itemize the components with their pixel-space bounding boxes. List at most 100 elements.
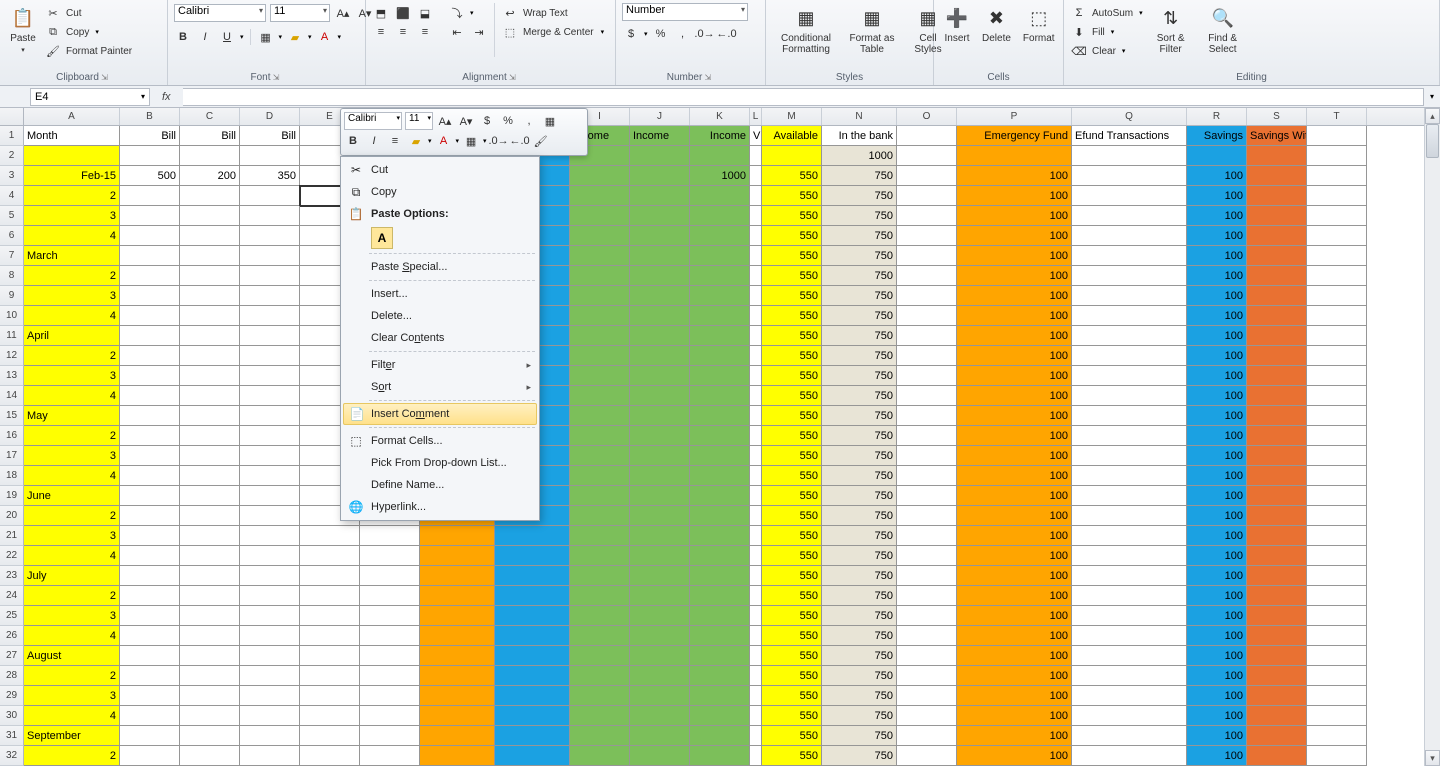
- cell-A10[interactable]: 4: [24, 306, 120, 326]
- cell-R17[interactable]: 100: [1187, 446, 1247, 466]
- cell-P32[interactable]: 100: [957, 746, 1072, 766]
- cell-R19[interactable]: 100: [1187, 486, 1247, 506]
- cell-D20[interactable]: [240, 506, 300, 526]
- percent-icon[interactable]: %: [652, 25, 670, 43]
- cell-S3[interactable]: [1247, 166, 1307, 186]
- cell-L25[interactable]: [750, 606, 762, 626]
- cell-Q30[interactable]: [1072, 706, 1187, 726]
- expand-formula-bar-icon[interactable]: ▾: [1424, 92, 1440, 101]
- menu-define-name[interactable]: Define Name...: [343, 474, 537, 496]
- cell-K32[interactable]: [690, 746, 750, 766]
- cell-L26[interactable]: [750, 626, 762, 646]
- cell-K14[interactable]: [690, 386, 750, 406]
- cell-M29[interactable]: 550: [762, 686, 822, 706]
- cell-T30[interactable]: [1307, 706, 1367, 726]
- cell-N3[interactable]: 750: [822, 166, 897, 186]
- cell-N5[interactable]: 750: [822, 206, 897, 226]
- cell-K16[interactable]: [690, 426, 750, 446]
- autosum-button[interactable]: ΣAutoSum▾: [1070, 4, 1143, 22]
- cell-S7[interactable]: [1247, 246, 1307, 266]
- cell-T29[interactable]: [1307, 686, 1367, 706]
- cell-J12[interactable]: [630, 346, 690, 366]
- cell-A14[interactable]: 4: [24, 386, 120, 406]
- cell-D27[interactable]: [240, 646, 300, 666]
- cell-L15[interactable]: [750, 406, 762, 426]
- cell-M9[interactable]: 550: [762, 286, 822, 306]
- cell-D3[interactable]: 350: [240, 166, 300, 186]
- cell-K6[interactable]: [690, 226, 750, 246]
- cell-A28[interactable]: 2: [24, 666, 120, 686]
- paste-option-keep-text[interactable]: A: [371, 227, 393, 249]
- cell-J25[interactable]: [630, 606, 690, 626]
- cell-M12[interactable]: 550: [762, 346, 822, 366]
- copy-button[interactable]: ⧉Copy▾: [44, 23, 132, 41]
- cell-R23[interactable]: 100: [1187, 566, 1247, 586]
- cell-N32[interactable]: 750: [822, 746, 897, 766]
- cell-P3[interactable]: 100: [957, 166, 1072, 186]
- cell-P26[interactable]: 100: [957, 626, 1072, 646]
- dialog-launcher-icon[interactable]: ⇲: [271, 73, 283, 82]
- increase-indent-icon[interactable]: ⇥: [470, 23, 488, 41]
- cell-A23[interactable]: July: [24, 566, 120, 586]
- cell-Q32[interactable]: [1072, 746, 1187, 766]
- cell-P4[interactable]: 100: [957, 186, 1072, 206]
- cell-J21[interactable]: [630, 526, 690, 546]
- cell-I29[interactable]: [570, 686, 630, 706]
- dialog-launcher-icon[interactable]: ⇲: [507, 73, 519, 82]
- cell-L2[interactable]: [750, 146, 762, 166]
- cell-N10[interactable]: 750: [822, 306, 897, 326]
- cell-M21[interactable]: 550: [762, 526, 822, 546]
- font-name-combo[interactable]: Calibri: [174, 4, 266, 22]
- borders-button[interactable]: ▦: [257, 28, 275, 46]
- cell-E25[interactable]: [300, 606, 360, 626]
- cell-A17[interactable]: 3: [24, 446, 120, 466]
- grow-font-icon[interactable]: A▴: [436, 112, 454, 130]
- cell-L19[interactable]: [750, 486, 762, 506]
- cell-P24[interactable]: 100: [957, 586, 1072, 606]
- cell-M5[interactable]: 550: [762, 206, 822, 226]
- cell-I17[interactable]: [570, 446, 630, 466]
- cell-A31[interactable]: September: [24, 726, 120, 746]
- cell-S17[interactable]: [1247, 446, 1307, 466]
- cell-B32[interactable]: [120, 746, 180, 766]
- cell-L6[interactable]: [750, 226, 762, 246]
- cell-O19[interactable]: [897, 486, 957, 506]
- cell-C4[interactable]: [180, 186, 240, 206]
- cell-P15[interactable]: 100: [957, 406, 1072, 426]
- cell-M28[interactable]: 550: [762, 666, 822, 686]
- cell-B31[interactable]: [120, 726, 180, 746]
- cell-Q27[interactable]: [1072, 646, 1187, 666]
- cell-M6[interactable]: 550: [762, 226, 822, 246]
- cell-I6[interactable]: [570, 226, 630, 246]
- cell-E29[interactable]: [300, 686, 360, 706]
- cell-S24[interactable]: [1247, 586, 1307, 606]
- orientation-icon[interactable]: ⤵: [448, 4, 466, 22]
- cell-L12[interactable]: [750, 346, 762, 366]
- cell-M14[interactable]: 550: [762, 386, 822, 406]
- cell-D8[interactable]: [240, 266, 300, 286]
- cell-F25[interactable]: [360, 606, 420, 626]
- currency-icon[interactable]: $: [622, 25, 640, 43]
- cell-Q28[interactable]: [1072, 666, 1187, 686]
- cell-H23[interactable]: [495, 566, 570, 586]
- cell-J27[interactable]: [630, 646, 690, 666]
- align-middle-icon[interactable]: ⬛: [394, 4, 412, 22]
- cell-C10[interactable]: [180, 306, 240, 326]
- cell-T32[interactable]: [1307, 746, 1367, 766]
- fill-color-button[interactable]: ▰: [286, 28, 304, 46]
- cell-J32[interactable]: [630, 746, 690, 766]
- cell-M22[interactable]: 550: [762, 546, 822, 566]
- cell-B2[interactable]: [120, 146, 180, 166]
- cell-G21[interactable]: [420, 526, 495, 546]
- cell-D22[interactable]: [240, 546, 300, 566]
- cell-O32[interactable]: [897, 746, 957, 766]
- cell-M13[interactable]: 550: [762, 366, 822, 386]
- cell-Q5[interactable]: [1072, 206, 1187, 226]
- cell-O7[interactable]: [897, 246, 957, 266]
- cell-P6[interactable]: 100: [957, 226, 1072, 246]
- cell-B22[interactable]: [120, 546, 180, 566]
- cell-K30[interactable]: [690, 706, 750, 726]
- row-header[interactable]: 26: [0, 626, 24, 646]
- cell-F32[interactable]: [360, 746, 420, 766]
- cell-K23[interactable]: [690, 566, 750, 586]
